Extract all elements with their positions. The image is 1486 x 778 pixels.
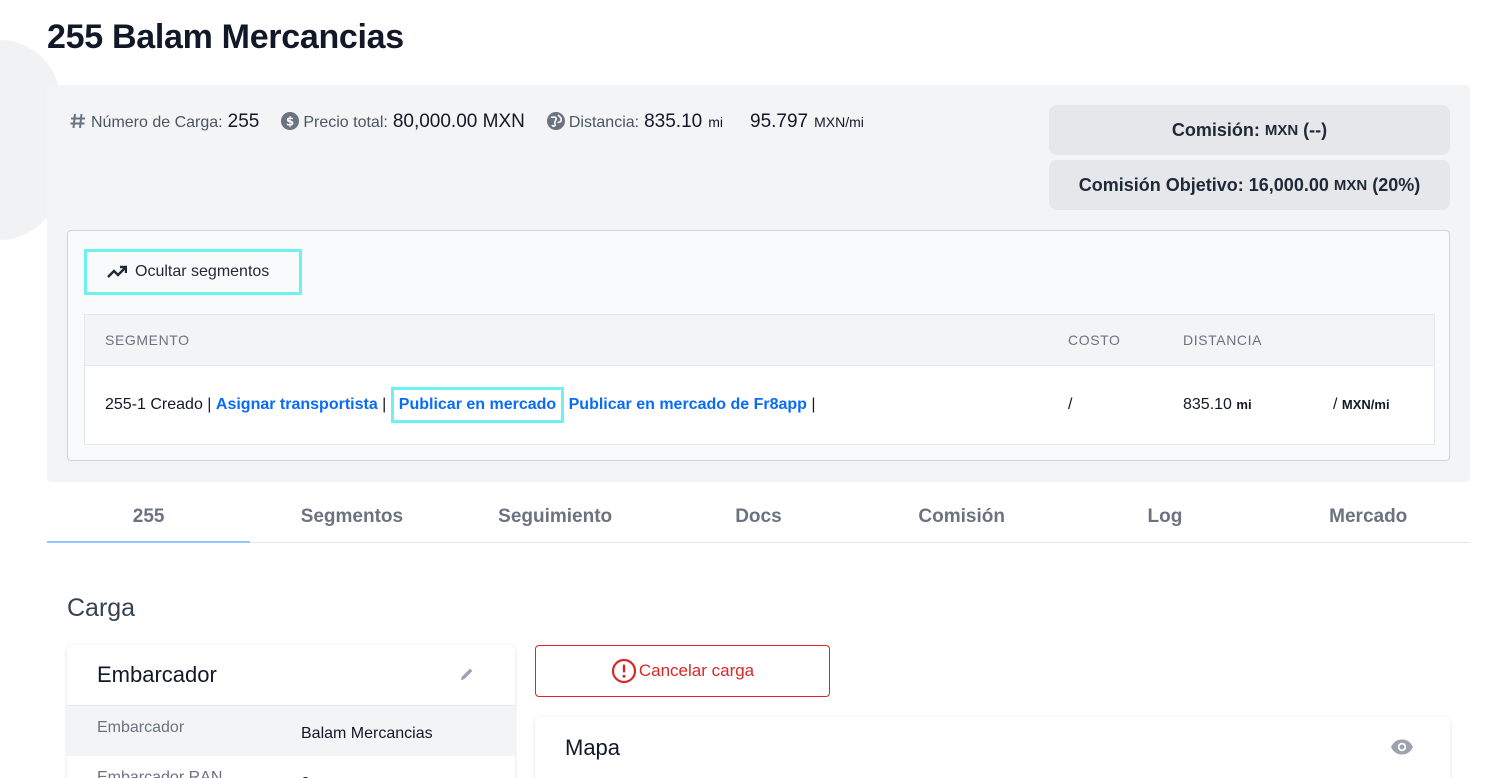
- header-cost: COSTO: [1068, 332, 1121, 348]
- table-row: 255-1 Creado | Asignar transportista | P…: [85, 366, 1434, 445]
- tab-segments[interactable]: Segmentos: [250, 494, 453, 542]
- header-distance: DISTANCIA: [1183, 332, 1263, 348]
- commission-box: Comisión: MXN (--): [1049, 105, 1450, 155]
- segments-table: SEGMENTO COSTO DISTANCIA 255-1 Creado | …: [84, 314, 1435, 445]
- shipper-row: Embarcador RAN 0: [67, 756, 515, 778]
- alert-circle-icon: [611, 658, 636, 684]
- eye-icon[interactable]: [1390, 739, 1414, 755]
- segment-distance-value: 835.10: [1183, 396, 1232, 413]
- shipper-key: Embarcador RAN: [97, 769, 223, 778]
- segment-cost: /: [1068, 396, 1073, 413]
- separator: |: [811, 396, 816, 413]
- shipper-row: Embarcador Balam Mercancias: [67, 706, 515, 756]
- header-segment: SEGMENTO: [105, 332, 190, 348]
- segments-card: Ocultar segmentos SEGMENTO COSTO DISTANC…: [67, 230, 1450, 461]
- segment-rate: / MXN/mi: [1333, 396, 1390, 414]
- tab-market[interactable]: Mercado: [1267, 494, 1470, 542]
- target-commission-currency: MXN: [1333, 176, 1368, 194]
- globe-icon: [546, 112, 565, 130]
- map-card-title: Mapa: [565, 735, 621, 760]
- distance-unit: mi: [708, 114, 723, 130]
- load-section-title: Carga: [67, 594, 136, 622]
- svg-text:$: $: [286, 115, 294, 129]
- pencil-icon[interactable]: [459, 666, 475, 682]
- tab-commission[interactable]: Comisión: [860, 494, 1063, 542]
- load-number-stat: Número de Carga: 255: [69, 109, 259, 133]
- publish-highlight: Publicar en mercado: [390, 387, 565, 423]
- segment-distance-unit: mi: [1236, 397, 1252, 412]
- shipper-value: Balam Mercancias: [301, 725, 433, 742]
- commission-label: Comisión:: [1171, 119, 1260, 140]
- hash-icon: [70, 113, 85, 129]
- stats-row: Número de Carga: 255 $ Precio total: 80,…: [69, 109, 886, 133]
- separator: |: [382, 396, 387, 413]
- segment-rate-unit: MXN/mi: [1341, 397, 1390, 412]
- tab-load[interactable]: 255: [47, 494, 251, 543]
- load-number-label: Número de Carga:: [91, 114, 223, 131]
- rate-stat: 95.797 MXN/mi: [745, 111, 864, 133]
- segment-rate-value: /: [1333, 396, 1338, 413]
- segment-name: 255-1 Creado |: [105, 396, 212, 413]
- total-price-stat: $ Precio total: 80,000.00 MXN: [281, 109, 525, 133]
- commission-currency: MXN: [1264, 121, 1299, 139]
- target-commission-label: Comisión Objetivo: 16,000.00: [1078, 174, 1329, 195]
- distance-stat: Distancia: 835.10 mi: [546, 109, 723, 133]
- tab-docs[interactable]: Docs: [657, 494, 860, 542]
- tab-tracking[interactable]: Seguimiento: [454, 494, 657, 542]
- cancel-load-button[interactable]: Cancelar carga: [535, 645, 830, 697]
- publish-fr8app-link[interactable]: Publicar en mercado de Fr8app: [569, 396, 807, 413]
- segment-cell: 255-1 Creado | Asignar transportista | P…: [105, 387, 816, 423]
- rate-value: 95.797: [750, 111, 809, 132]
- commission-value: (--): [1303, 119, 1328, 140]
- load-number-value: 255: [227, 111, 260, 132]
- load-summary-panel: Número de Carga: 255 $ Precio total: 80,…: [47, 85, 1470, 482]
- dollar-circle-icon: $: [281, 112, 300, 130]
- total-price-value: 80,000.00 MXN: [392, 111, 525, 132]
- shipper-card-title: Embarcador: [97, 662, 217, 687]
- target-commission-pct: (20%): [1372, 174, 1421, 195]
- assign-carrier-link[interactable]: Asignar transportista: [216, 396, 378, 413]
- segment-distance: 835.10 mi: [1183, 396, 1252, 414]
- segments-table-header: SEGMENTO COSTO DISTANCIA: [85, 315, 1434, 366]
- tabs-bar: 255 Segmentos Seguimiento Docs Comisión …: [47, 494, 1470, 543]
- cancel-load-label: Cancelar carga: [638, 661, 755, 680]
- shipper-key: Embarcador: [97, 719, 185, 736]
- total-price-label: Precio total:: [303, 114, 388, 131]
- hide-segments-label: Ocultar segmentos: [135, 263, 270, 280]
- publish-market-link[interactable]: Publicar en mercado: [399, 396, 556, 413]
- rate-unit: MXN/mi: [814, 114, 864, 130]
- map-card: Mapa: [535, 717, 1450, 778]
- target-commission-box: Comisión Objetivo: 16,000.00 MXN (20%): [1049, 160, 1450, 210]
- trending-up-icon: [107, 265, 127, 278]
- hide-segments-button[interactable]: Ocultar segmentos: [84, 249, 302, 295]
- page-title: 255 Balam Mercancias: [47, 18, 404, 56]
- shipper-card-header: Embarcador: [67, 645, 515, 706]
- distance-label: Distancia:: [568, 114, 640, 131]
- distance-value: 835.10: [644, 111, 703, 132]
- tab-log[interactable]: Log: [1063, 494, 1266, 542]
- shipper-card: Embarcador Embarcador Balam Mercancias E…: [67, 645, 515, 778]
